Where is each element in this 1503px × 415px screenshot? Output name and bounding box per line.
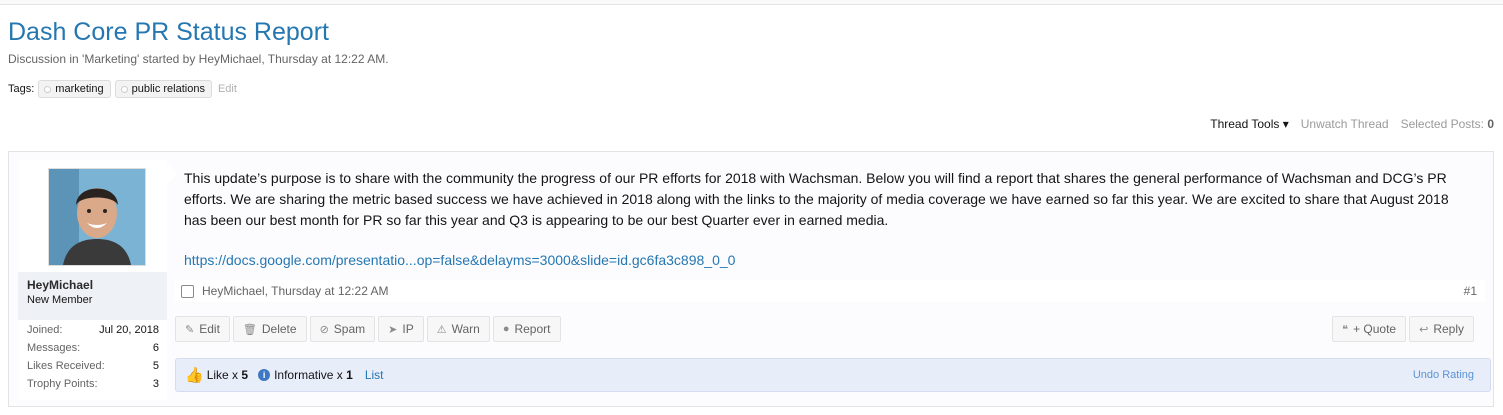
reply-icon: ↩ <box>1419 323 1429 336</box>
pencil-icon: ✎ <box>185 323 195 336</box>
selected-posts[interactable]: Selected Posts: 0 <box>1401 117 1494 131</box>
tag-marketing[interactable]: marketing <box>38 80 111 98</box>
thread-meta: Discussion in 'Marketing' started by Hey… <box>8 52 389 66</box>
delete-button[interactable]: 🗑 Delete <box>232 316 307 342</box>
warn-button[interactable]: ⚠ Warn <box>426 316 490 342</box>
ratings-list-link[interactable]: List <box>365 368 384 382</box>
tag-public-relations[interactable]: public relations <box>114 80 212 98</box>
edit-button[interactable]: ✎ Edit <box>175 316 230 342</box>
post-link[interactable]: https://docs.google.com/presentatio...op… <box>184 252 735 268</box>
stat-likes-received: Likes Received: 5 <box>27 360 159 372</box>
user-info-block: HeyMichael New Member Joined: Jul 20, 201… <box>18 160 167 400</box>
stat-messages: Messages: 6 <box>27 342 159 354</box>
location-arrow-icon: ➤ <box>388 323 398 336</box>
tags-label: Tags: <box>8 83 35 95</box>
unwatch-thread-link[interactable]: Unwatch Thread <box>1301 117 1389 131</box>
quote-button[interactable]: ❝ + Quote <box>1332 316 1407 342</box>
info-circle-icon: ● <box>502 323 510 335</box>
ratings-bar: 👍 Like x 5 i Informative x 1 List Undo R… <box>175 358 1491 392</box>
trash-icon: 🗑 <box>242 323 257 336</box>
thread-tools-menu[interactable]: Thread Tools ▾ <box>1210 117 1289 131</box>
warning-icon: ⚠ <box>436 323 447 336</box>
tag-dot-icon <box>44 85 52 93</box>
informative-rating[interactable]: Informative x 1 <box>274 368 353 382</box>
user-stats: Joined: Jul 20, 2018 Messages: 6 Likes Rec… <box>18 321 167 393</box>
post-body: This update’s purpose is to share with t… <box>184 170 1449 228</box>
spam-button[interactable]: ⊘ Spam <box>309 316 376 342</box>
thread-tools-bar: Thread Tools ▾ Unwatch Thread Selected P… <box>1210 117 1494 131</box>
quote-icon: ❝ <box>1342 323 1349 336</box>
ban-icon: ⊘ <box>319 323 329 336</box>
reply-controls: ❝ + Quote ↩ Reply <box>1332 316 1477 342</box>
report-button[interactable]: ● Report <box>492 316 561 342</box>
top-nav-strip <box>0 0 1503 5</box>
avatar[interactable] <box>48 168 146 266</box>
select-post-checkbox[interactable] <box>181 284 194 298</box>
informative-icon: i <box>258 369 271 381</box>
avatar-photo-icon <box>49 169 145 265</box>
username-link[interactable]: HeyMichael <box>27 278 93 292</box>
tag-dot-icon <box>120 85 128 93</box>
tags-edit-link[interactable]: Edit <box>218 83 237 95</box>
post-number-link[interactable]: #1 <box>1464 284 1477 298</box>
ip-button[interactable]: ➤ IP <box>378 316 424 342</box>
post-meta-bar: HeyMichael, Thursday at 12:22 AM #1 <box>175 280 1485 302</box>
reply-button[interactable]: ↩ Reply <box>1409 316 1474 342</box>
undo-rating-link[interactable]: Undo Rating <box>1413 369 1474 381</box>
thread-title: Dash Core PR Status Report <box>8 18 329 46</box>
stat-trophy-points: Trophy Points: 3 <box>27 378 159 390</box>
tags-row: Tags: marketing public relations Edit <box>8 80 237 98</box>
post-author-time[interactable]: HeyMichael, Thursday at 12:22 AM <box>202 284 389 298</box>
thumbs-up-icon: 👍 <box>185 367 204 384</box>
like-rating[interactable]: Like x 5 <box>207 368 248 382</box>
post-controls: ✎ Edit 🗑 Delete ⊘ Spam ➤ IP ⚠ Warn ● Report ❝ +… <box>175 316 1485 342</box>
user-title: New Member <box>27 294 93 306</box>
post-container: HeyMichael New Member Joined: Jul 20, 201… <box>8 151 1494 407</box>
stat-joined: Joined: Jul 20, 2018 <box>27 324 159 336</box>
speech-arrow <box>167 164 177 184</box>
